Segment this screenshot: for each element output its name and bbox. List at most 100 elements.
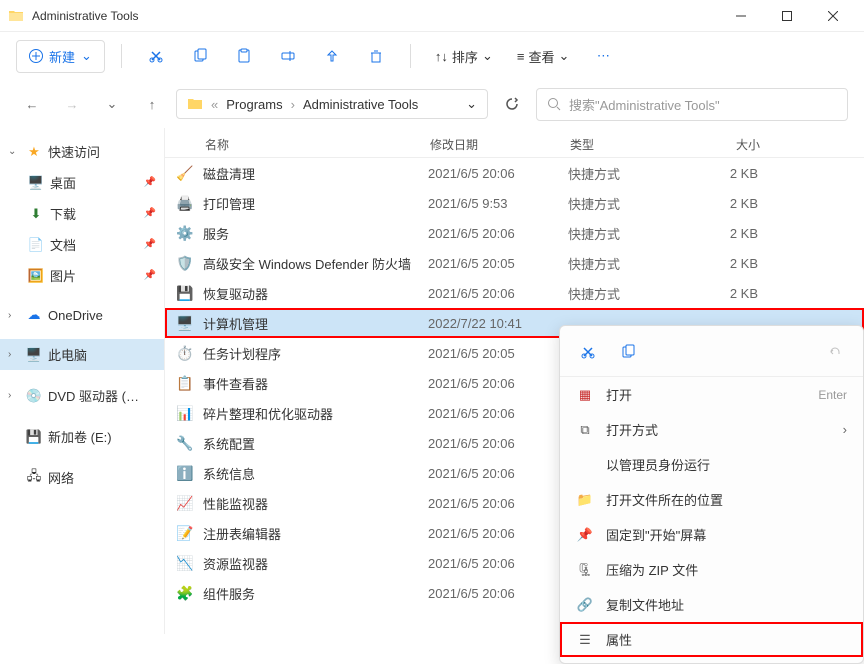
file-name: 碎片整理和优化驱动器 bbox=[203, 404, 428, 423]
close-button[interactable] bbox=[810, 0, 856, 32]
file-date: 2021/6/5 20:06 bbox=[428, 526, 568, 541]
sidebar-desktop[interactable]: 🖥️ 桌面 📌 bbox=[0, 167, 164, 198]
ctx-compress-zip[interactable]: 🗜 压缩为 ZIP 文件 bbox=[560, 552, 863, 587]
more-button[interactable]: ⋯ bbox=[585, 38, 621, 74]
file-row[interactable]: 🧹磁盘清理2021/6/5 20:06快捷方式2 KB bbox=[165, 158, 864, 188]
file-icon: ℹ️ bbox=[175, 463, 195, 483]
file-row[interactable]: 💾恢复驱动器2021/6/5 20:06快捷方式2 KB bbox=[165, 278, 864, 308]
recent-dropdown[interactable]: ⌄ bbox=[96, 88, 128, 120]
ctx-pin-start[interactable]: 📌 固定到"开始"屏幕 bbox=[560, 517, 863, 552]
ctx-open-location[interactable]: 📁 打开文件所在的位置 bbox=[560, 482, 863, 517]
folder-icon bbox=[187, 96, 203, 112]
ctx-open-shortcut: Enter bbox=[818, 388, 847, 402]
picture-icon: 🖼️ bbox=[28, 268, 44, 284]
file-name: 高级安全 Windows Defender 防火墙 bbox=[203, 254, 428, 273]
disc-icon: 💿 bbox=[26, 388, 42, 404]
file-type: 快捷方式 bbox=[568, 254, 698, 273]
sidebar-volume[interactable]: 💾 新加卷 (E:) bbox=[0, 421, 164, 452]
download-icon: ⬇ bbox=[28, 206, 44, 222]
refresh-button[interactable] bbox=[496, 88, 528, 120]
minimize-button[interactable] bbox=[718, 0, 764, 32]
file-icon: 🖨️ bbox=[175, 193, 195, 213]
label: 此电脑 bbox=[48, 345, 87, 364]
sidebar-onedrive[interactable]: › ☁ OneDrive bbox=[0, 301, 164, 329]
ctx-open-label: 打开 bbox=[606, 385, 806, 404]
ctx-copy-path[interactable]: 🔗 复制文件地址 bbox=[560, 587, 863, 622]
ctx-copy-path-label: 复制文件地址 bbox=[606, 595, 847, 614]
chevron-down-icon: ⌄ bbox=[482, 48, 493, 64]
delete-button[interactable] bbox=[358, 38, 394, 74]
sidebar-this-pc[interactable]: › 🖥️ 此电脑 bbox=[0, 339, 164, 370]
ctx-open-with[interactable]: ⧉ 打开方式 › bbox=[560, 412, 863, 447]
maximize-button[interactable] bbox=[764, 0, 810, 32]
sort-label: 排序 bbox=[452, 47, 478, 66]
sidebar-pictures[interactable]: 🖼️ 图片 📌 bbox=[0, 260, 164, 291]
sidebar-downloads[interactable]: ⬇ 下载 📌 bbox=[0, 198, 164, 229]
bc-sep: « bbox=[211, 97, 218, 112]
file-row[interactable]: 🛡️高级安全 Windows Defender 防火墙2021/6/5 20:0… bbox=[165, 248, 864, 278]
share-button[interactable] bbox=[314, 38, 350, 74]
label: 下载 bbox=[50, 204, 76, 223]
label: 桌面 bbox=[50, 173, 76, 192]
new-button[interactable]: 新建 ⌄ bbox=[16, 40, 105, 73]
ctx-pin-start-label: 固定到"开始"屏幕 bbox=[606, 525, 847, 544]
col-name[interactable]: 名称 bbox=[175, 136, 430, 153]
file-icon: 📈 bbox=[175, 493, 195, 513]
context-menu: ▦ 打开 Enter ⧉ 打开方式 › 以管理员身份运行 📁 打开文件所在的位置… bbox=[559, 325, 864, 664]
search-box[interactable]: 搜索"Administrative Tools" bbox=[536, 88, 848, 121]
ctx-compress-zip-label: 压缩为 ZIP 文件 bbox=[606, 560, 847, 579]
file-name: 系统配置 bbox=[203, 434, 428, 453]
rename-button[interactable] bbox=[270, 38, 306, 74]
ctx-properties[interactable]: ☰ 属性 bbox=[560, 622, 863, 657]
file-icon: 📊 bbox=[175, 403, 195, 423]
file-icon: 📝 bbox=[175, 523, 195, 543]
forward-button[interactable]: → bbox=[56, 88, 88, 120]
file-name: 打印管理 bbox=[203, 194, 428, 213]
ctx-copy-button[interactable] bbox=[616, 340, 640, 364]
paste-button[interactable] bbox=[226, 38, 262, 74]
col-type[interactable]: 类型 bbox=[570, 136, 700, 153]
ctx-undo-button[interactable] bbox=[823, 340, 847, 364]
pin-icon: 📌 bbox=[576, 527, 594, 543]
label: 快速访问 bbox=[48, 142, 100, 161]
copy-path-icon: 🔗 bbox=[576, 597, 594, 613]
view-button[interactable]: ≡ 查看 ⌄ bbox=[509, 41, 578, 72]
chevron-right-icon: › bbox=[8, 349, 20, 360]
pin-icon: 📌 bbox=[144, 270, 156, 281]
chevron-down-icon[interactable]: ⌄ bbox=[466, 96, 477, 112]
ctx-open[interactable]: ▦ 打开 Enter bbox=[560, 377, 863, 412]
sidebar-network[interactable]: 🖧 网络 bbox=[0, 462, 164, 493]
window-title: Administrative Tools bbox=[32, 9, 718, 23]
chevron-right-icon: › bbox=[8, 390, 20, 401]
chevron-down-icon: ⌄ bbox=[558, 48, 569, 64]
label: DVD 驱动器 (D:) CC bbox=[48, 386, 148, 405]
file-size: 2 KB bbox=[698, 166, 758, 181]
file-icon: 🧹 bbox=[175, 163, 195, 183]
desktop-icon: 🖥️ bbox=[28, 175, 44, 191]
new-label: 新建 bbox=[49, 47, 75, 66]
up-button[interactable]: ↑ bbox=[136, 88, 168, 120]
sidebar-documents[interactable]: 📄 文档 📌 bbox=[0, 229, 164, 260]
file-icon: 🧩 bbox=[175, 583, 195, 603]
file-row[interactable]: 🖨️打印管理2021/6/5 9:53快捷方式2 KB bbox=[165, 188, 864, 218]
col-date[interactable]: 修改日期 bbox=[430, 136, 570, 153]
sort-button[interactable]: ↑↓ 排序 ⌄ bbox=[427, 41, 501, 72]
ctx-cut-button[interactable] bbox=[576, 340, 600, 364]
chevron-down-icon: ⌄ bbox=[8, 146, 20, 157]
col-size[interactable]: 大小 bbox=[700, 136, 760, 153]
sidebar-dvd[interactable]: › 💿 DVD 驱动器 (D:) CC bbox=[0, 380, 164, 411]
ctx-run-as-admin[interactable]: 以管理员身份运行 bbox=[560, 447, 863, 482]
file-name: 事件查看器 bbox=[203, 374, 428, 393]
sidebar-quick-access[interactable]: ⌄ ★ 快速访问 bbox=[0, 136, 164, 167]
file-row[interactable]: ⚙️服务2021/6/5 20:06快捷方式2 KB bbox=[165, 218, 864, 248]
breadcrumb[interactable]: « Programs › Administrative Tools ⌄ bbox=[176, 89, 488, 119]
ctx-properties-label: 属性 bbox=[606, 630, 847, 649]
copy-button[interactable] bbox=[182, 38, 218, 74]
file-date: 2021/6/5 20:06 bbox=[428, 586, 568, 601]
bc-programs[interactable]: Programs bbox=[226, 97, 282, 112]
back-button[interactable]: ← bbox=[16, 88, 48, 120]
file-name: 性能监视器 bbox=[203, 494, 428, 513]
ctx-toolbar bbox=[560, 332, 863, 377]
bc-admin-tools[interactable]: Administrative Tools bbox=[303, 97, 418, 112]
cut-button[interactable] bbox=[138, 38, 174, 74]
